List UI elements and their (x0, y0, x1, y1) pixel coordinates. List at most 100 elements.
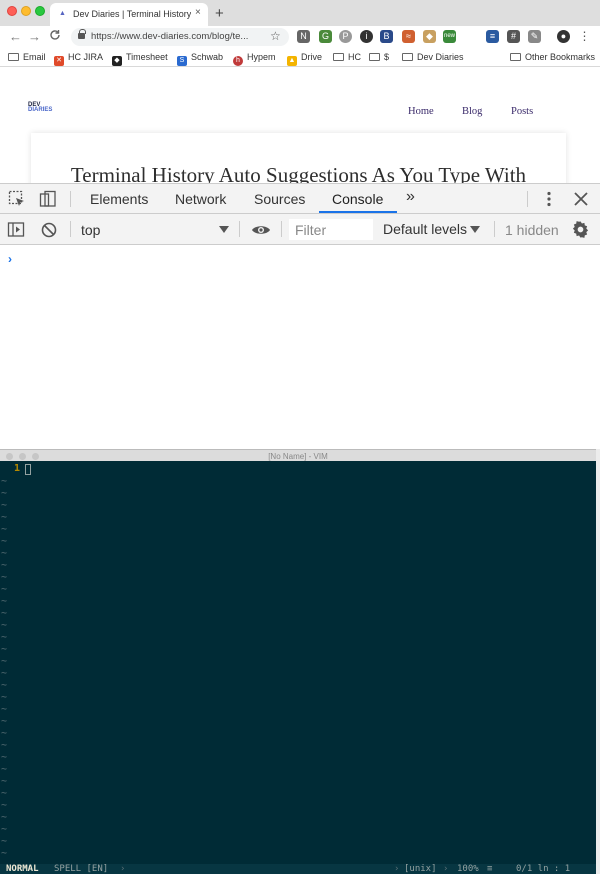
more-tabs-button[interactable]: » (406, 188, 415, 206)
statusline-separator: › (443, 864, 449, 874)
hidden-messages-count: 1 hidden (505, 222, 559, 238)
chevron-down-icon (470, 226, 480, 233)
vim-window-title: [No Name] - VIM (268, 452, 328, 461)
reload-icon (50, 30, 60, 40)
tilde-marker: ~ (1, 668, 8, 679)
extension-icon-7[interactable]: ◆ (423, 30, 436, 43)
devtools-tab-bar: Elements Network Sources Console » (0, 184, 600, 214)
folder-icon (333, 53, 344, 61)
forward-button[interactable]: → (28, 29, 41, 44)
tilde-marker: ~ (1, 632, 8, 643)
inspect-element-icon[interactable] (8, 190, 26, 208)
info-extension-icon[interactable]: i (360, 30, 373, 43)
tilde-marker: ~ (1, 608, 8, 619)
devtools-panel: Elements Network Sources Console » top F… (0, 183, 600, 449)
tilde-marker: ~ (1, 788, 8, 799)
hashtag-extension-icon[interactable]: # (507, 30, 520, 43)
tilde-marker: ~ (1, 500, 8, 511)
bookmark-dollar[interactable]: $ (369, 52, 389, 62)
bookmark-hc[interactable]: HC (333, 52, 361, 62)
tilde-marker: ~ (1, 740, 8, 751)
close-devtools-icon[interactable] (572, 190, 590, 208)
extension-icon-2[interactable]: G (319, 30, 332, 43)
bookmark-timesheet[interactable]: ◆ Timesheet (112, 52, 168, 66)
console-filter-input[interactable] (289, 219, 373, 240)
nav-posts-link[interactable]: Posts (511, 106, 533, 117)
bookmark-hypem[interactable]: h Hypem (233, 52, 276, 66)
bookmark-schwab[interactable]: S Schwab (177, 52, 223, 66)
new-tab-button[interactable]: + (215, 5, 224, 22)
zoom-window-button[interactable] (35, 6, 45, 16)
tilde-marker: ~ (1, 764, 8, 775)
bookmark-hc-jira[interactable]: ✕ HC JIRA (54, 52, 103, 66)
bookmarks-bar: Email ✕ HC JIRA ◆ Timesheet S Schwab h Hypem… (0, 48, 600, 67)
vim-editor[interactable]: 1 ~ ~ ~ ~ ~ ~ ~ ~ ~ ~ ~ ~ ~ ~ ~ ~ ~ ~ ~ ~ ~ ~ ~ ~ ~ ~ ~ ~ ~ ~ ~ ~ NORMA… (0, 461, 596, 874)
console-toolbar: top Default levels 1 hidden (0, 214, 600, 245)
tab-sources[interactable]: Sources (254, 191, 305, 207)
desktop-edge (596, 449, 600, 874)
back-button[interactable]: ← (9, 29, 22, 44)
vim-cursor (25, 464, 31, 475)
tilde-marker: ~ (1, 536, 8, 547)
bookmark-other-bookmarks[interactable]: Other Bookmarks (510, 52, 595, 62)
lines-icon: ≡ (487, 864, 493, 874)
bookmark-drive[interactable]: ▲ Drive (287, 52, 322, 66)
bookmark-star-icon[interactable]: ☆ (270, 29, 281, 43)
device-toolbar-icon[interactable] (39, 190, 57, 208)
extension-icon-3[interactable]: P (339, 30, 352, 43)
web-page: DEV DIARIES Home Blog Posts Terminal His… (0, 68, 600, 183)
vim-file-format: [unix] (404, 864, 437, 874)
tab-console[interactable]: Console (332, 191, 383, 207)
folder-icon (510, 53, 521, 61)
pocket-extension-icon[interactable]: N (297, 30, 310, 43)
nav-home-link[interactable]: Home (408, 106, 434, 117)
vim-percent: 100% (457, 864, 479, 874)
browser-menu-icon[interactable]: ⋮ (578, 30, 591, 43)
vim-window-titlebar: [No Name] - VIM (0, 449, 596, 461)
tab-network[interactable]: Network (175, 191, 226, 207)
tilde-marker: ~ (1, 716, 8, 727)
clear-console-icon[interactable] (40, 221, 58, 239)
tab-elements[interactable]: Elements (90, 191, 148, 207)
live-expression-eye-icon[interactable] (251, 221, 270, 239)
console-settings-gear-icon[interactable] (571, 220, 589, 238)
log-levels-dropdown[interactable]: Default levels (383, 221, 467, 237)
tilde-marker: ~ (1, 512, 8, 523)
tilde-marker: ~ (1, 704, 8, 715)
new-badge-extension-icon[interactable]: new (443, 30, 456, 43)
close-window-button[interactable] (7, 6, 17, 16)
browser-tab-dev-diaries[interactable]: ▲ Dev Diaries | Terminal History Au × (50, 3, 208, 26)
toolbar-divider (70, 191, 71, 207)
console-prompt[interactable]: › (8, 252, 12, 266)
pen-extension-icon[interactable]: ✎ (528, 30, 541, 43)
bookmark-dev-diaries[interactable]: Dev Diaries (402, 52, 464, 62)
minimize-window-button[interactable] (21, 6, 31, 16)
schwab-icon: S (177, 56, 187, 66)
nav-blog-link[interactable]: Blog (462, 106, 482, 117)
bookmark-email[interactable]: Email (8, 52, 46, 62)
tilde-marker: ~ (1, 656, 8, 667)
browser-window: ▲ Dev Diaries | Terminal History Au × + … (0, 0, 600, 449)
tilde-marker: ~ (1, 488, 8, 499)
address-bar[interactable]: https://www.dev-diaries.com/blog/te... ☆ (71, 28, 289, 46)
timesheet-icon: ◆ (112, 56, 122, 66)
context-selector[interactable]: top (81, 222, 100, 238)
tilde-marker: ~ (1, 836, 8, 847)
tilde-marker: ~ (1, 548, 8, 559)
reload-button[interactable] (49, 29, 61, 44)
extension-icon-6[interactable]: ≈ (402, 30, 415, 43)
tilde-marker: ~ (1, 572, 8, 583)
lock-icon (78, 29, 86, 40)
tilde-marker: ~ (1, 620, 8, 631)
profile-avatar-icon[interactable]: ● (557, 30, 570, 43)
buffer-extension-icon[interactable]: ≡ (486, 30, 499, 43)
url-text: https://www.dev-diaries.com/blog/te... (91, 31, 249, 42)
active-tab-indicator (319, 211, 397, 213)
show-sidebar-icon[interactable] (7, 221, 25, 239)
devtools-menu-icon[interactable] (540, 190, 558, 208)
dev-diaries-logo[interactable]: DEV DIARIES (28, 102, 52, 113)
tilde-marker: ~ (1, 584, 8, 595)
close-tab-icon[interactable]: × (195, 7, 201, 18)
toolbar-divider (239, 221, 240, 237)
extension-icon-5[interactable]: B (380, 30, 393, 43)
